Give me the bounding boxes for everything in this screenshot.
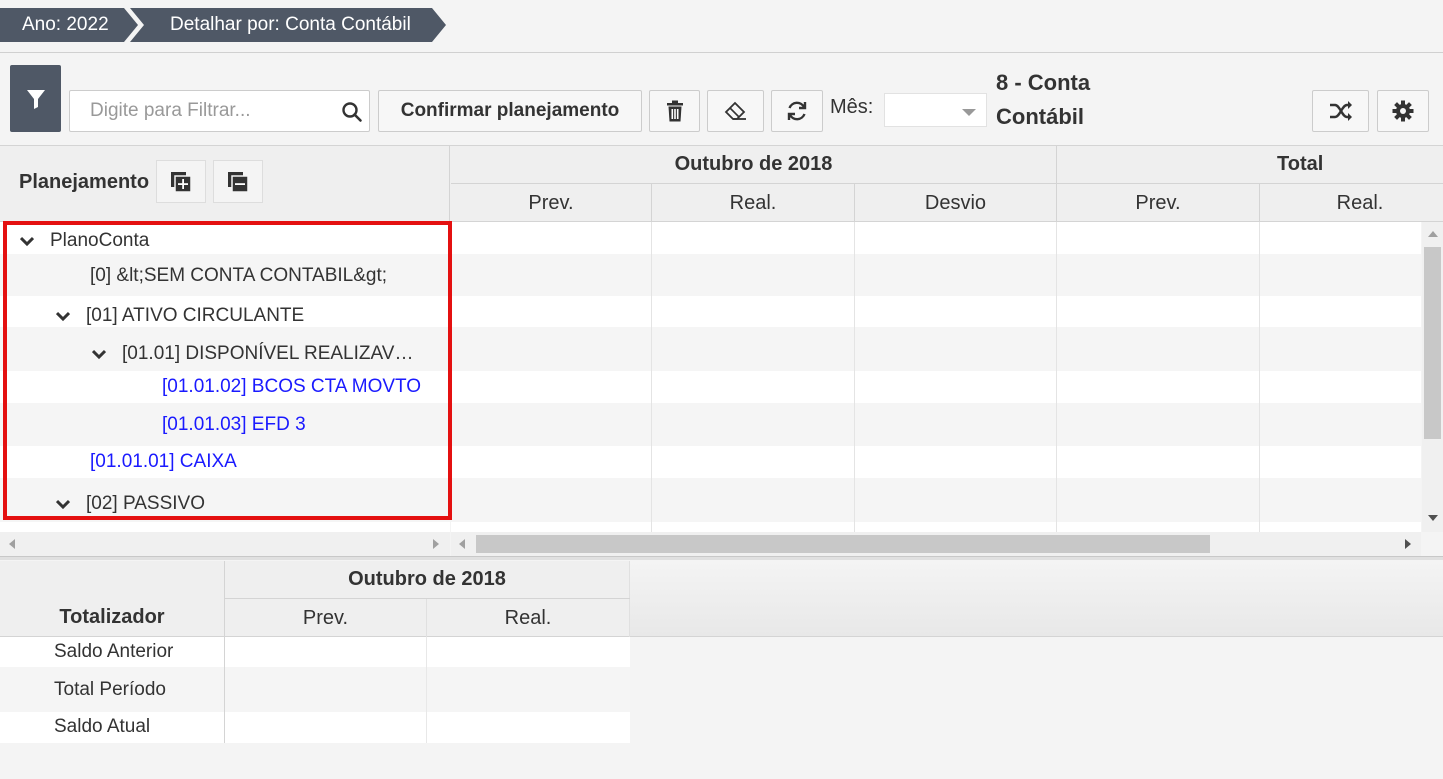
vertical-scroll-thumb[interactable] xyxy=(1424,247,1441,439)
scroll-down-icon[interactable] xyxy=(1428,515,1438,521)
expand-all-button[interactable] xyxy=(156,160,206,203)
column-header-total-real[interactable]: Real. xyxy=(1260,184,1443,222)
filter-icon xyxy=(26,89,45,109)
delete-button[interactable] xyxy=(649,90,700,132)
gear-icon xyxy=(1392,100,1414,122)
divider xyxy=(651,222,652,532)
totalizer-row-label: Saldo Anterior xyxy=(54,641,174,662)
column-header-real[interactable]: Real. xyxy=(652,184,854,222)
breadcrumb-year[interactable]: Ano: 2022 xyxy=(0,8,138,42)
divider xyxy=(854,222,855,532)
row-stripe xyxy=(451,403,1421,446)
column-header-desvio[interactable]: Desvio xyxy=(855,184,1056,222)
totalizer-header-filler xyxy=(630,561,1443,637)
divider xyxy=(1259,222,1260,532)
confirm-planning-button[interactable]: Confirmar planejamento xyxy=(378,90,642,132)
eraser-icon xyxy=(724,101,746,120)
scroll-left-icon[interactable] xyxy=(9,539,15,549)
tree-horizontal-scrollbar[interactable] xyxy=(0,532,450,556)
divider xyxy=(0,52,1443,53)
shuffle-icon xyxy=(1329,101,1352,121)
horizontal-scroll-thumb[interactable] xyxy=(476,535,1210,553)
divider xyxy=(224,637,225,743)
scroll-right-icon[interactable] xyxy=(1405,539,1411,549)
totalizer-title: Totalizador xyxy=(59,605,165,628)
breadcrumb: Ano: 2022 Detalhar por: Conta Contábil xyxy=(0,8,446,42)
period-header: Outubro de 2018 xyxy=(674,153,833,175)
totalizer-row-label: Saldo Atual xyxy=(54,716,151,737)
refresh-button[interactable] xyxy=(771,90,823,132)
divider xyxy=(1056,222,1057,532)
filter-button[interactable] xyxy=(10,65,61,132)
total-header: Total xyxy=(1277,153,1324,175)
expand-all-icon xyxy=(171,171,192,193)
row-stripe xyxy=(451,327,1421,371)
search-input[interactable] xyxy=(70,91,335,131)
panel-splitter[interactable] xyxy=(0,556,1443,560)
breadcrumb-detail[interactable]: Detalhar por: Conta Contábil xyxy=(130,8,446,42)
totalizer-period-header: Outubro de 2018 xyxy=(348,568,506,590)
shuffle-button[interactable] xyxy=(1312,90,1369,132)
row-stripe xyxy=(451,478,1421,522)
scroll-right-icon[interactable] xyxy=(433,539,439,549)
month-select[interactable] xyxy=(884,93,987,127)
collapse-all-icon xyxy=(228,171,249,193)
search-icon[interactable] xyxy=(341,101,363,123)
clear-button[interactable] xyxy=(707,90,764,132)
view-title: 8 - Conta Contábil xyxy=(996,70,1091,129)
highlight-box xyxy=(3,221,452,520)
refresh-icon xyxy=(787,101,807,121)
column-header-prev[interactable]: Prev. xyxy=(451,184,651,222)
data-grid xyxy=(451,222,1421,532)
month-label: Mês: xyxy=(830,96,874,118)
trash-icon xyxy=(666,100,683,122)
row-stripe xyxy=(451,254,1421,296)
divider xyxy=(426,637,427,743)
search-box xyxy=(69,90,370,132)
totalizer-column-prev[interactable]: Prev. xyxy=(225,599,426,637)
totalizer-column-real[interactable]: Real. xyxy=(427,599,629,637)
scroll-left-icon[interactable] xyxy=(459,539,465,549)
settings-button[interactable] xyxy=(1377,90,1429,132)
planning-header: Planejamento xyxy=(19,171,150,193)
totalizer-row-label: Total Período xyxy=(54,679,166,700)
column-header-total-prev[interactable]: Prev. xyxy=(1057,184,1259,222)
collapse-all-button[interactable] xyxy=(213,160,263,203)
scroll-up-icon[interactable] xyxy=(1428,231,1438,237)
chevron-down-icon xyxy=(962,109,976,116)
